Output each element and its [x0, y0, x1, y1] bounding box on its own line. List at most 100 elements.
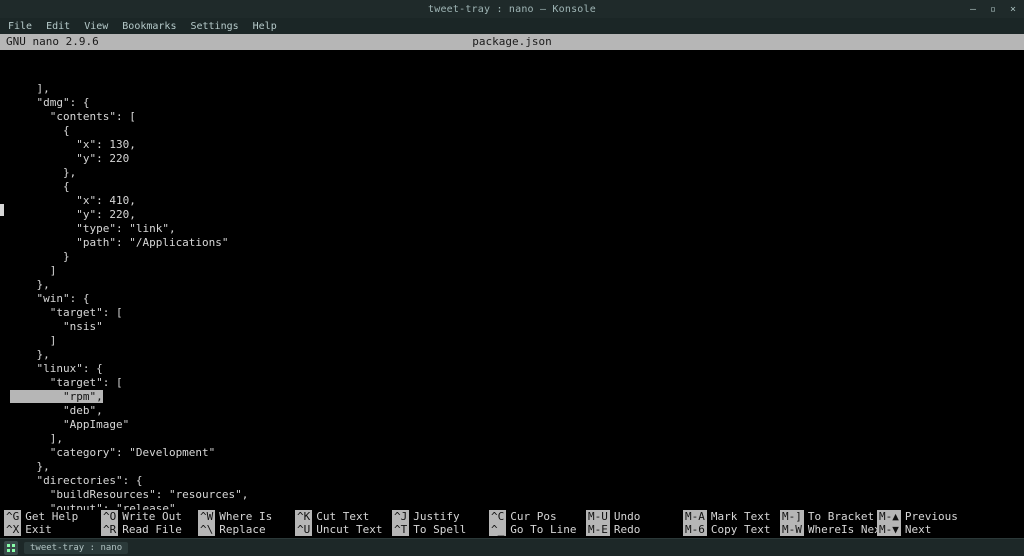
editor-line: "output": "release": [10, 502, 1014, 510]
shortcut-key: ^J: [392, 510, 409, 523]
cursor-indicator: [0, 204, 4, 216]
shortcut-label: Previous: [905, 510, 958, 523]
editor-line: "type": "link",: [10, 222, 1014, 236]
editor-line: "x": 130,: [10, 138, 1014, 152]
shortcut-label: Go To Line: [510, 523, 576, 536]
editor-line: {: [10, 180, 1014, 194]
shortcut-row1-item: M-] To Bracket: [780, 510, 877, 523]
shortcut-key: M-U: [586, 510, 610, 523]
shortcut-label: Read File: [122, 523, 182, 536]
editor-line: "deb",: [10, 404, 1014, 418]
shortcut-label: Where Is: [219, 510, 272, 523]
shortcut-row2-item: M-▼ Next: [877, 523, 974, 536]
editor-line: "y": 220: [10, 152, 1014, 166]
shortcut-label: Write Out: [122, 510, 182, 523]
shortcut-key: ^R: [101, 523, 118, 536]
shortcut-key: ^\: [198, 523, 215, 536]
editor-line: },: [10, 348, 1014, 362]
nano-shortcut-bar: ^G Get Help ^O Write Out ^W Where Is ^K Cut Tex…: [0, 510, 1024, 538]
shortcut-key: ^K: [295, 510, 312, 523]
shortcut-key: M-6: [683, 523, 707, 536]
shortcut-key: ^G: [4, 510, 21, 523]
editor-line: "contents": [: [10, 110, 1014, 124]
menu-help[interactable]: Help: [251, 20, 279, 33]
shortcut-label: To Spell: [413, 523, 466, 536]
shortcut-row1-item: M-A Mark Text: [683, 510, 780, 523]
nano-header: GNU nano 2.9.6 package.json: [0, 34, 1024, 50]
shortcut-row1-item: ^O Write Out: [101, 510, 198, 523]
editor-line: "path": "/Applications": [10, 236, 1014, 250]
shortcut-key: M-A: [683, 510, 707, 523]
shortcut-key: ^_: [489, 523, 506, 536]
shortcut-row2-item: ^\Replace: [198, 523, 295, 536]
shortcut-label: Next: [905, 523, 932, 536]
editor-line: }: [10, 250, 1014, 264]
shortcut-key: ^O: [101, 510, 118, 523]
editor-line: },: [10, 460, 1014, 474]
editor-line: ],: [10, 432, 1014, 446]
editor-line: "category": "Development": [10, 446, 1014, 460]
app-launcher-icon[interactable]: [4, 541, 18, 555]
editor-line: ],: [10, 82, 1014, 96]
shortcut-key: M-E: [586, 523, 610, 536]
shortcut-label: WhereIs Next: [808, 523, 887, 536]
shortcut-row2-item: ^X Exit: [4, 523, 101, 536]
shortcut-key: ^X: [4, 523, 21, 536]
editor-line: "AppImage": [10, 418, 1014, 432]
shortcut-key: ^W: [198, 510, 215, 523]
shortcut-row1-item: ^J Justify: [392, 510, 489, 523]
shortcut-row2-item: ^T To Spell: [392, 523, 489, 536]
shortcut-key: M-▼: [877, 523, 901, 536]
shortcut-row1-item: M-▲ Previous: [877, 510, 974, 523]
shortcut-row1-item: M-U Undo: [586, 510, 683, 523]
taskbar-item-konsole[interactable]: tweet-tray : nano: [24, 542, 128, 554]
editor-viewport[interactable]: ], "dmg": { "contents": [ { "x": 130, "y…: [0, 50, 1024, 510]
window-titlebar: tweet-tray : nano — Konsole – ▫ ×: [0, 0, 1024, 18]
shortcut-row2-item: M-E Redo: [586, 523, 683, 536]
menu-bookmarks[interactable]: Bookmarks: [120, 20, 178, 33]
shortcut-label: Get Help: [25, 510, 78, 523]
shortcut-label: Justify: [413, 510, 459, 523]
editor-line: "buildResources": "resources",: [10, 488, 1014, 502]
menu-file[interactable]: File: [6, 20, 34, 33]
shortcut-row1-item: ^W Where Is: [198, 510, 295, 523]
editor-line: ]: [10, 334, 1014, 348]
window-maximize-button[interactable]: ▫: [988, 4, 998, 15]
shortcut-row2-item: M-WWhereIs Next: [780, 523, 877, 536]
shortcut-label: Exit: [25, 523, 52, 536]
nano-version: GNU nano 2.9.6: [6, 34, 99, 50]
shortcut-label: To Bracket: [808, 510, 874, 523]
nano-filename: package.json: [472, 34, 551, 50]
menu-view[interactable]: View: [82, 20, 110, 33]
editor-line: "x": 410,: [10, 194, 1014, 208]
shortcut-key: M-W: [780, 523, 804, 536]
menu-edit[interactable]: Edit: [44, 20, 72, 33]
editor-line: {: [10, 124, 1014, 138]
shortcut-label: Cut Text: [316, 510, 369, 523]
shortcut-label: Undo: [614, 510, 641, 523]
window-close-button[interactable]: ×: [1008, 4, 1018, 15]
shortcut-label: Redo: [614, 523, 641, 536]
editor-line: "linux": {: [10, 362, 1014, 376]
window-minimize-button[interactable]: –: [968, 4, 978, 15]
taskbar-item-label: tweet-tray : nano: [30, 543, 122, 553]
shortcut-label: Cur Pos: [510, 510, 556, 523]
shortcut-key: ^U: [295, 523, 312, 536]
shortcut-key: ^T: [392, 523, 409, 536]
editor-line: "win": {: [10, 292, 1014, 306]
taskbar[interactable]: tweet-tray : nano: [0, 538, 1024, 556]
menu-settings[interactable]: Settings: [188, 20, 240, 33]
shortcut-key: M-▲: [877, 510, 901, 523]
shortcut-label: Uncut Text: [316, 523, 382, 536]
shortcut-row2-item: M-6Copy Text: [683, 523, 780, 536]
window-title: tweet-tray : nano — Konsole: [428, 4, 596, 15]
shortcut-row1-item: ^G Get Help: [4, 510, 101, 523]
editor-line: "target": [: [10, 376, 1014, 390]
shortcut-key: ^C: [489, 510, 506, 523]
shortcut-key: M-]: [780, 510, 804, 523]
editor-line: "rpm",: [10, 390, 1014, 404]
editor-line: },: [10, 166, 1014, 180]
shortcut-label: Mark Text: [711, 510, 771, 523]
editor-line: "nsis": [10, 320, 1014, 334]
editor-line: "dmg": {: [10, 96, 1014, 110]
